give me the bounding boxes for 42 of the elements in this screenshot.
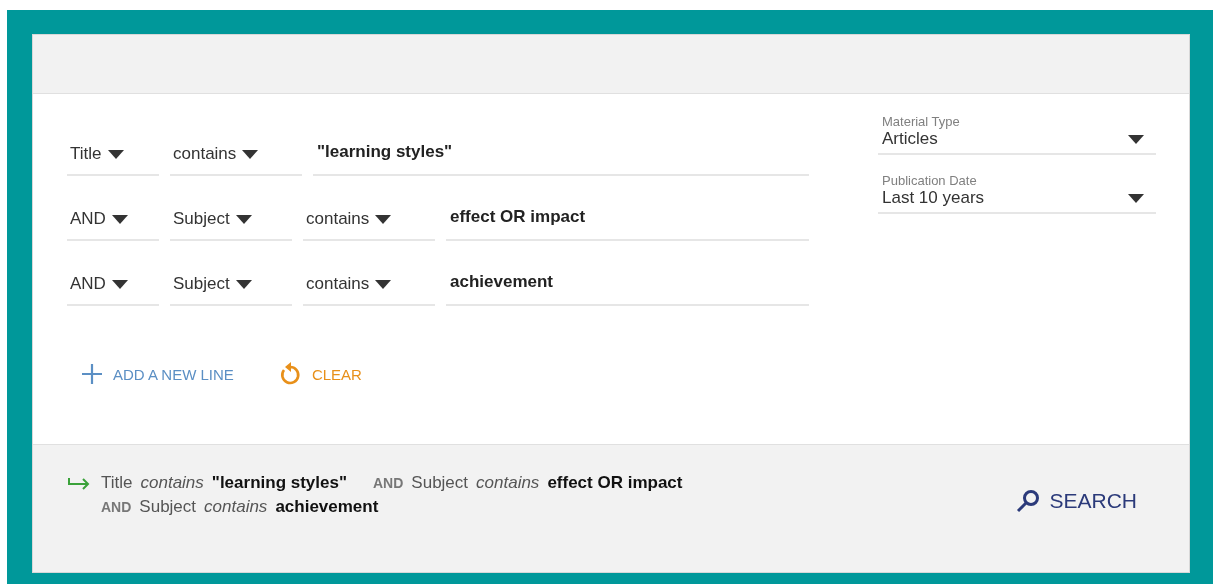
filter-value: Articles	[882, 129, 938, 149]
filter-label: Material Type	[882, 114, 961, 129]
caret-icon	[235, 214, 252, 224]
caret-icon	[1128, 134, 1144, 144]
caret-icon	[375, 279, 392, 289]
caret-icon	[1128, 193, 1144, 203]
field-name: Subject	[411, 473, 469, 493]
caret-icon	[111, 214, 128, 224]
caret-icon	[107, 149, 124, 159]
caret-icon	[375, 214, 392, 224]
caret-icon	[111, 279, 128, 289]
caret-icon	[235, 279, 252, 289]
dropdown[interactable]: Subject	[170, 264, 292, 306]
plus-icon	[81, 363, 103, 385]
operator-text: contains	[204, 497, 268, 517]
search-term: achievement	[275, 497, 379, 517]
field-name: Title	[101, 473, 133, 493]
filter-dropdown[interactable]: Material Type Articles	[878, 114, 1156, 155]
filter-value: Last 10 years	[882, 188, 985, 208]
boolean-operator: AND	[373, 475, 404, 491]
caret-icon	[242, 149, 259, 159]
filter-label: Publication Date	[882, 173, 978, 188]
operator-text: contains	[476, 473, 540, 493]
dropdown[interactable]: contains	[170, 134, 302, 176]
dropdown[interactable]: contains	[303, 199, 435, 241]
search-term: "learning styles"	[211, 473, 347, 493]
search-button[interactable]: SEARCH	[1015, 489, 1137, 513]
field-name: Subject	[139, 497, 197, 517]
dropdown[interactable]: Title	[67, 134, 159, 176]
dropdown[interactable]: Subject	[170, 199, 292, 241]
dropdown[interactable]: AND	[67, 199, 159, 241]
search-field[interactable]: "learning styles"	[313, 134, 809, 176]
arrow-icon	[67, 477, 91, 491]
dropdown[interactable]: contains	[303, 264, 435, 306]
operator-text: contains	[140, 473, 204, 493]
boolean-operator: AND	[101, 499, 132, 515]
filter-dropdown[interactable]: Publication Date Last 10 years	[878, 173, 1156, 214]
dropdown[interactable]: AND	[67, 264, 159, 306]
search-field[interactable]: achievement	[446, 264, 809, 306]
search-icon	[1015, 489, 1042, 513]
search-term: effect OR impact	[547, 473, 683, 493]
search-field[interactable]: effect OR impact	[446, 199, 809, 241]
